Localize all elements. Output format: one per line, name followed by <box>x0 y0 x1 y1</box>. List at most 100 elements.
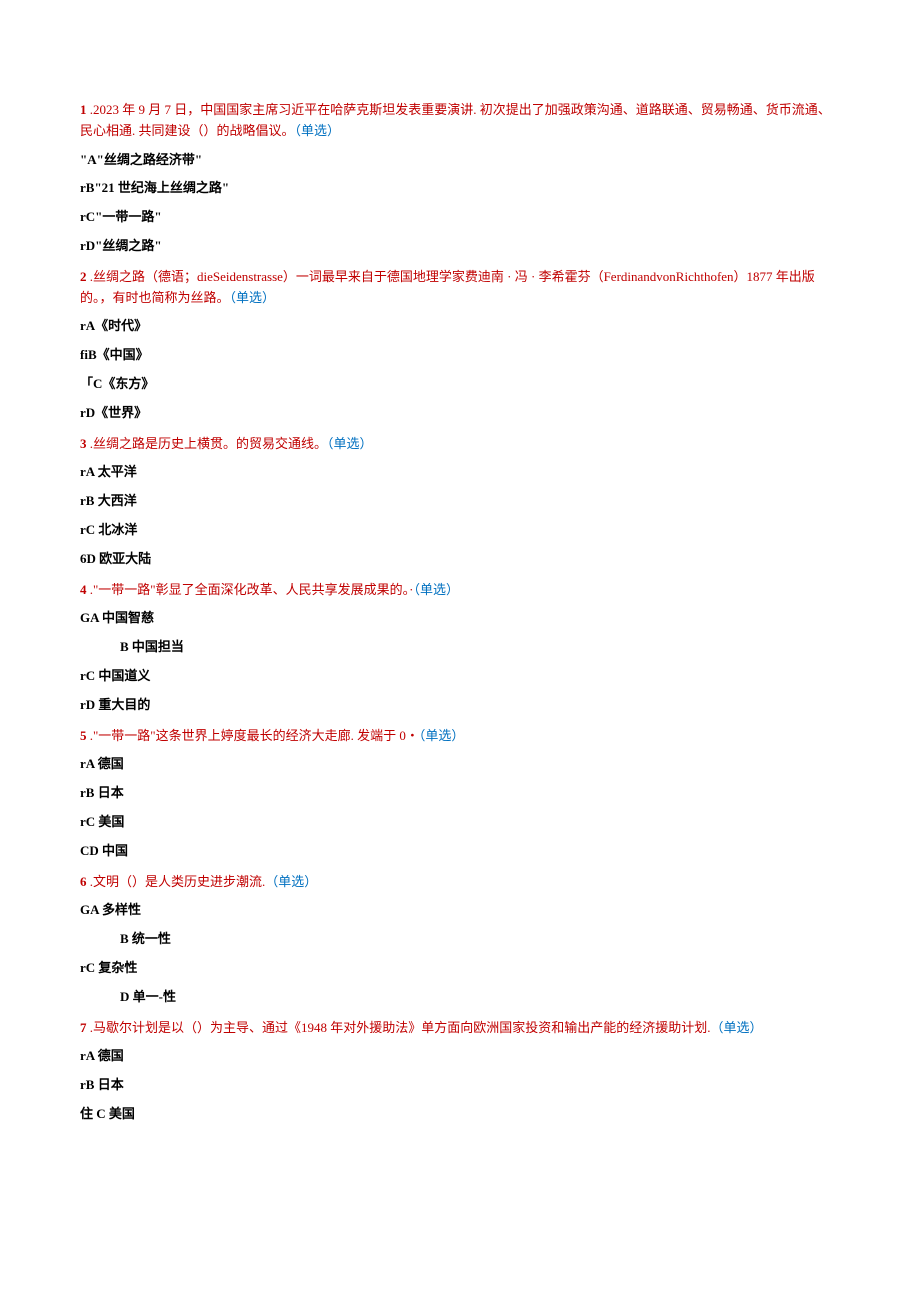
option-text: 美国 <box>95 814 124 829</box>
question-block: 5 ."一带一路"这条世界上婷度最长的经济大走廊. 发端于 0・（单选） rA 德… <box>80 726 840 862</box>
option-prefix: D <box>120 989 129 1004</box>
answer-option[interactable]: B 统一性 <box>80 929 840 950</box>
option-prefix: B <box>120 639 129 654</box>
answer-option[interactable]: rA 太平洋 <box>80 462 840 483</box>
answer-option[interactable]: 「C《东方》 <box>80 374 840 395</box>
question-hint: （单选） <box>230 290 276 305</box>
answer-option[interactable]: rB 日本 <box>80 1075 840 1096</box>
option-prefix: rC <box>80 960 95 975</box>
option-text: 《中国》 <box>97 347 149 362</box>
answer-option[interactable]: rC 中国道义 <box>80 666 840 687</box>
option-prefix: 住 C <box>80 1106 106 1121</box>
question-text: 文明（）是人类历史进步潮流. <box>93 874 265 889</box>
option-text: 中国担当 <box>129 639 184 654</box>
question-text: 丝绸之路（德语；dieSeidenstrasse）一词最早来自于德国地理学家费迪… <box>80 269 815 305</box>
option-prefix: rC <box>80 668 95 683</box>
answer-option[interactable]: rB"21 世纪海上丝绸之路" <box>80 178 840 199</box>
option-text: 北冰洋 <box>95 522 137 537</box>
option-text: 《东方》 <box>102 376 154 391</box>
option-text: 单一-性 <box>129 989 176 1004</box>
answer-option[interactable]: rC 复杂性 <box>80 958 840 979</box>
question-stem: 7 .马歇尔计划是以（）为主导、通过《1948 年对外援助法》单方面向欧洲国家投… <box>80 1018 840 1039</box>
option-text: 统一性 <box>129 931 171 946</box>
option-prefix: rB <box>80 785 94 800</box>
option-prefix: "A <box>80 152 97 167</box>
answer-option[interactable]: rD 重大目的 <box>80 695 840 716</box>
option-text: 《世界》 <box>95 405 147 420</box>
option-text: 《时代》 <box>95 318 147 333</box>
answer-option[interactable]: "A"丝绸之路经济带" <box>80 150 840 171</box>
answer-option[interactable]: rD"丝绸之路" <box>80 236 840 257</box>
answer-option[interactable]: rC 北冰洋 <box>80 520 840 541</box>
option-prefix: B <box>120 931 129 946</box>
answer-option[interactable]: D 单一-性 <box>80 987 840 1008</box>
answer-option[interactable]: rB 大西洋 <box>80 491 840 512</box>
question-block: 6 .文明（）是人类历史进步潮流.（单选）GA 多样性B 统一性rC 复杂性D … <box>80 872 840 1008</box>
answer-option[interactable]: rC"一带一路" <box>80 207 840 228</box>
question-hint: （单选） <box>711 1020 763 1035</box>
option-text: 太平洋 <box>94 464 136 479</box>
option-text: "一带一路" <box>95 209 161 224</box>
question-block: 2 .丝绸之路（德语；dieSeidenstrasse）一词最早来自于德国地理学… <box>80 267 840 424</box>
option-prefix: rA <box>80 464 94 479</box>
answer-option[interactable]: rA《时代》 <box>80 316 840 337</box>
option-prefix: rB <box>80 1077 94 1092</box>
answer-option[interactable]: rD《世界》 <box>80 403 840 424</box>
option-text: "丝绸之路" <box>95 238 161 253</box>
question-text: 马歇尔计划是以（）为主导、通过《1948 年对外援助法》单方面向欧洲国家投资和输… <box>93 1020 711 1035</box>
option-prefix: 「C <box>80 376 102 391</box>
option-text: 复杂性 <box>95 960 137 975</box>
option-prefix: rC <box>80 209 95 224</box>
question-text: 丝绸之路是历史上横贯。的贸易交通线。 <box>93 436 327 451</box>
option-text: 德国 <box>94 1048 123 1063</box>
option-text: "21 世纪海上丝绸之路" <box>94 180 229 195</box>
question-hint: （单选） <box>419 728 465 743</box>
option-prefix: GA <box>80 610 99 625</box>
option-prefix: rD <box>80 697 95 712</box>
option-prefix: rC <box>80 522 95 537</box>
option-prefix: rA <box>80 318 95 333</box>
option-text: 大西洋 <box>94 493 136 508</box>
answer-option[interactable]: 6D 欧亚大陆 <box>80 549 840 570</box>
option-text: "丝绸之路经济带" <box>97 152 202 167</box>
option-text: 日本 <box>94 1077 123 1092</box>
answer-option[interactable]: CD 中国 <box>80 841 840 862</box>
option-prefix: rD <box>80 405 95 420</box>
answer-option[interactable]: GA 多样性 <box>80 900 840 921</box>
question-block: 3 .丝绸之路是历史上横贯。的贸易交通线。（单选）rA 太平洋rB 大西洋rC … <box>80 434 840 570</box>
question-stem: 2 .丝绸之路（德语；dieSeidenstrasse）一词最早来自于德国地理学… <box>80 267 840 309</box>
answer-option[interactable]: GA 中国智慈 <box>80 608 840 629</box>
option-prefix: rB <box>80 493 94 508</box>
option-prefix: GA <box>80 902 99 917</box>
option-prefix: rC <box>80 814 95 829</box>
answer-option[interactable]: rA 德国 <box>80 754 840 775</box>
option-text: 欧亚大陆 <box>96 551 151 566</box>
option-prefix: rB <box>80 180 94 195</box>
option-text: 重大目的 <box>95 697 150 712</box>
option-prefix: rD <box>80 238 95 253</box>
answer-option[interactable]: rC 美国 <box>80 812 840 833</box>
question-stem: 4 ."一带一路"彰显了全面深化改革、人民共享发展成果的。·（单选） <box>80 580 840 601</box>
document-body: 1 .2023 年 9 月 7 日，中国国家主席习近平在哈萨克斯坦发表重要演讲.… <box>80 100 840 1125</box>
question-stem: 3 .丝绸之路是历史上横贯。的贸易交通线。（单选） <box>80 434 840 455</box>
option-prefix: 6D <box>80 551 96 566</box>
option-prefix: CD <box>80 843 99 858</box>
option-prefix: rA <box>80 756 94 771</box>
question-stem: 5 ."一带一路"这条世界上婷度最长的经济大走廊. 发端于 0・（单选） <box>80 726 840 747</box>
question-text: "一带一路"彰显了全面深化改革、人民共享发展成果的。· <box>93 582 413 597</box>
question-block: 4 ."一带一路"彰显了全面深化改革、人民共享发展成果的。·（单选） GA 中国智… <box>80 580 840 716</box>
question-hint: （单选） <box>265 874 317 889</box>
option-prefix: rA <box>80 1048 94 1063</box>
answer-option[interactable]: rA 德国 <box>80 1046 840 1067</box>
option-text: 中国道义 <box>95 668 150 683</box>
question-block: 7 .马歇尔计划是以（）为主导、通过《1948 年对外援助法》单方面向欧洲国家投… <box>80 1018 840 1125</box>
answer-option[interactable]: rB 日本 <box>80 783 840 804</box>
answer-option[interactable]: B 中国担当 <box>80 637 840 658</box>
option-text: 美国 <box>106 1106 135 1121</box>
question-text: 2023 年 9 月 7 日，中国国家主席习近平在哈萨克斯坦发表重要演讲. 初次… <box>80 102 831 138</box>
question-text: "一带一路"这条世界上婷度最长的经济大走廊. 发端于 0・ <box>93 728 419 743</box>
question-block: 1 .2023 年 9 月 7 日，中国国家主席习近平在哈萨克斯坦发表重要演讲.… <box>80 100 840 257</box>
option-text: 中国 <box>99 843 128 858</box>
answer-option[interactable]: fiB《中国》 <box>80 345 840 366</box>
answer-option[interactable]: 住 C 美国 <box>80 1104 840 1125</box>
